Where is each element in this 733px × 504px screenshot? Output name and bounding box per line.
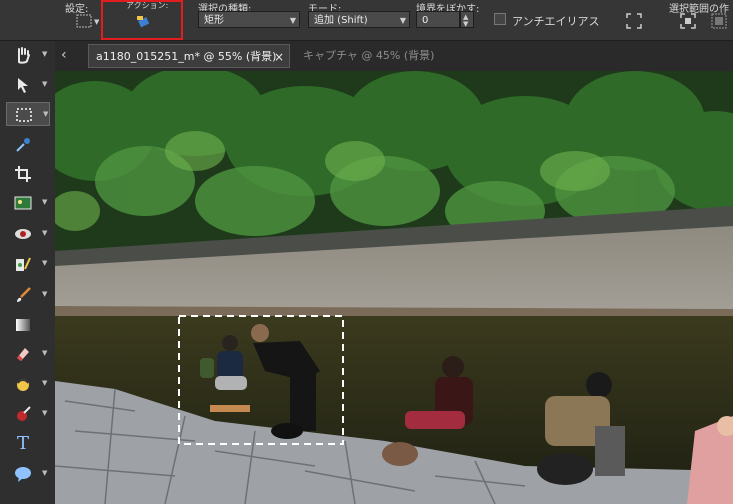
mode-dropdown[interactable]: 追加 (Shift) ▼ — [308, 11, 410, 28]
expand-arrow-icon: ▼ — [42, 409, 48, 417]
svg-text:▼: ▼ — [94, 18, 100, 26]
text-tool[interactable]: T — [6, 432, 50, 456]
feather-input[interactable]: 0 — [416, 11, 460, 28]
expand-arrow-icon: ▼ — [42, 50, 48, 58]
crop-tool[interactable] — [6, 162, 50, 186]
shape-tool[interactable]: ▼ — [6, 462, 50, 486]
rectangle-marquee-icon — [16, 108, 32, 122]
expand-arrow-icon: ▼ — [42, 198, 48, 206]
selection-type-dropdown[interactable]: 矩形 ▼ — [198, 11, 300, 28]
clone-tool[interactable]: ▼ — [6, 402, 50, 426]
tab-document-2[interactable]: キャプチャ @ 45% (背景) — [303, 44, 463, 68]
preset-grid-icon: ▼ — [76, 14, 100, 28]
expand-arrow-icon: ▼ — [42, 290, 48, 298]
adjust-tool[interactable]: ▼ — [6, 252, 50, 276]
stepper-icon: ▲ ▼ — [463, 13, 469, 28]
deselect-button[interactable] — [711, 13, 727, 29]
select-all-button[interactable] — [680, 13, 696, 29]
speech-bubble-icon — [15, 467, 31, 482]
expand-arrow-icon: ▼ — [42, 259, 48, 267]
hand-icon — [18, 47, 30, 64]
marquee-tool[interactable]: ▼ — [6, 102, 50, 126]
expand-arrow-icon: ▼ — [42, 229, 48, 237]
eyedropper-icon — [16, 138, 30, 152]
eyedropper-tool[interactable] — [6, 133, 50, 157]
svg-text:▼: ▼ — [463, 20, 469, 27]
antialias-label: アンチエイリアス — [512, 15, 600, 28]
fill-tool[interactable]: ▼ — [6, 372, 50, 396]
text-T-icon: T — [16, 433, 29, 454]
move-tool[interactable]: ▼ — [6, 73, 50, 97]
image-canvas[interactable] — [55, 71, 733, 504]
close-icon[interactable]: × — [274, 45, 284, 69]
expand-arrow-icon: ▼ — [43, 110, 49, 118]
tab-label: キャプチャ @ 45% (背景) — [303, 49, 435, 62]
fill-icon — [17, 379, 29, 391]
chevron-left-icon[interactable]: ‹ — [61, 47, 75, 65]
arrow-pointer-icon — [18, 78, 28, 93]
eye-icon — [15, 229, 31, 239]
antialias-checkbox[interactable] — [494, 13, 506, 25]
tab-document-1[interactable]: a1180_015251_m* @ 55% (背景) × — [88, 44, 290, 68]
wand-icon — [16, 257, 31, 271]
redeye-tool[interactable]: ▼ — [6, 222, 50, 246]
eraser-icon — [17, 348, 29, 361]
selection-type-value: 矩形 — [204, 15, 224, 26]
corners-icon — [626, 13, 642, 29]
selection-transform-button[interactable] — [626, 13, 642, 29]
stamp-icon — [17, 406, 31, 421]
action-highlight-box — [101, 0, 183, 40]
tab-label: a1180_015251_m* @ 55% (背景) — [96, 50, 277, 63]
photo-river-scene — [55, 71, 733, 504]
chevron-down-icon: ▼ — [289, 16, 296, 25]
deselect-icon — [711, 13, 727, 29]
image-tool[interactable]: ▼ — [6, 191, 50, 215]
document-tab-bar: ‹ a1180_015251_m* @ 55% (背景) × キャプチャ @ 4… — [55, 41, 733, 71]
tool-panel: ▼ ▼ ▼ ▼ ▼ ▼ ▼ ▼ ▼ ▼ T ▼ — [0, 41, 55, 504]
select-all-icon — [680, 13, 696, 29]
picture-icon — [14, 196, 32, 210]
preset-dropdown[interactable]: ▼ — [75, 13, 103, 29]
gradient-tool[interactable] — [6, 313, 50, 337]
hand-tool[interactable]: ▼ — [6, 43, 50, 67]
expand-arrow-icon: ▼ — [42, 379, 48, 387]
expand-arrow-icon: ▼ — [42, 80, 48, 88]
feather-value: 0 — [422, 15, 429, 26]
chevron-down-icon: ▼ — [399, 16, 406, 25]
mode-value: 追加 (Shift) — [314, 15, 368, 26]
brush-icon — [17, 287, 31, 302]
brush-tool[interactable]: ▼ — [6, 283, 50, 307]
eraser-tool[interactable]: ▼ — [6, 342, 50, 366]
crop-icon — [15, 166, 31, 182]
feather-stepper[interactable]: ▲ ▼ — [460, 11, 474, 28]
options-bar: 設定: ▼ アクション: 選択の種類: 矩形 ▼ モード: 追加 (Shift)… — [0, 0, 733, 41]
gradient-icon — [16, 319, 30, 331]
expand-arrow-icon: ▼ — [42, 349, 48, 357]
expand-arrow-icon: ▼ — [42, 469, 48, 477]
